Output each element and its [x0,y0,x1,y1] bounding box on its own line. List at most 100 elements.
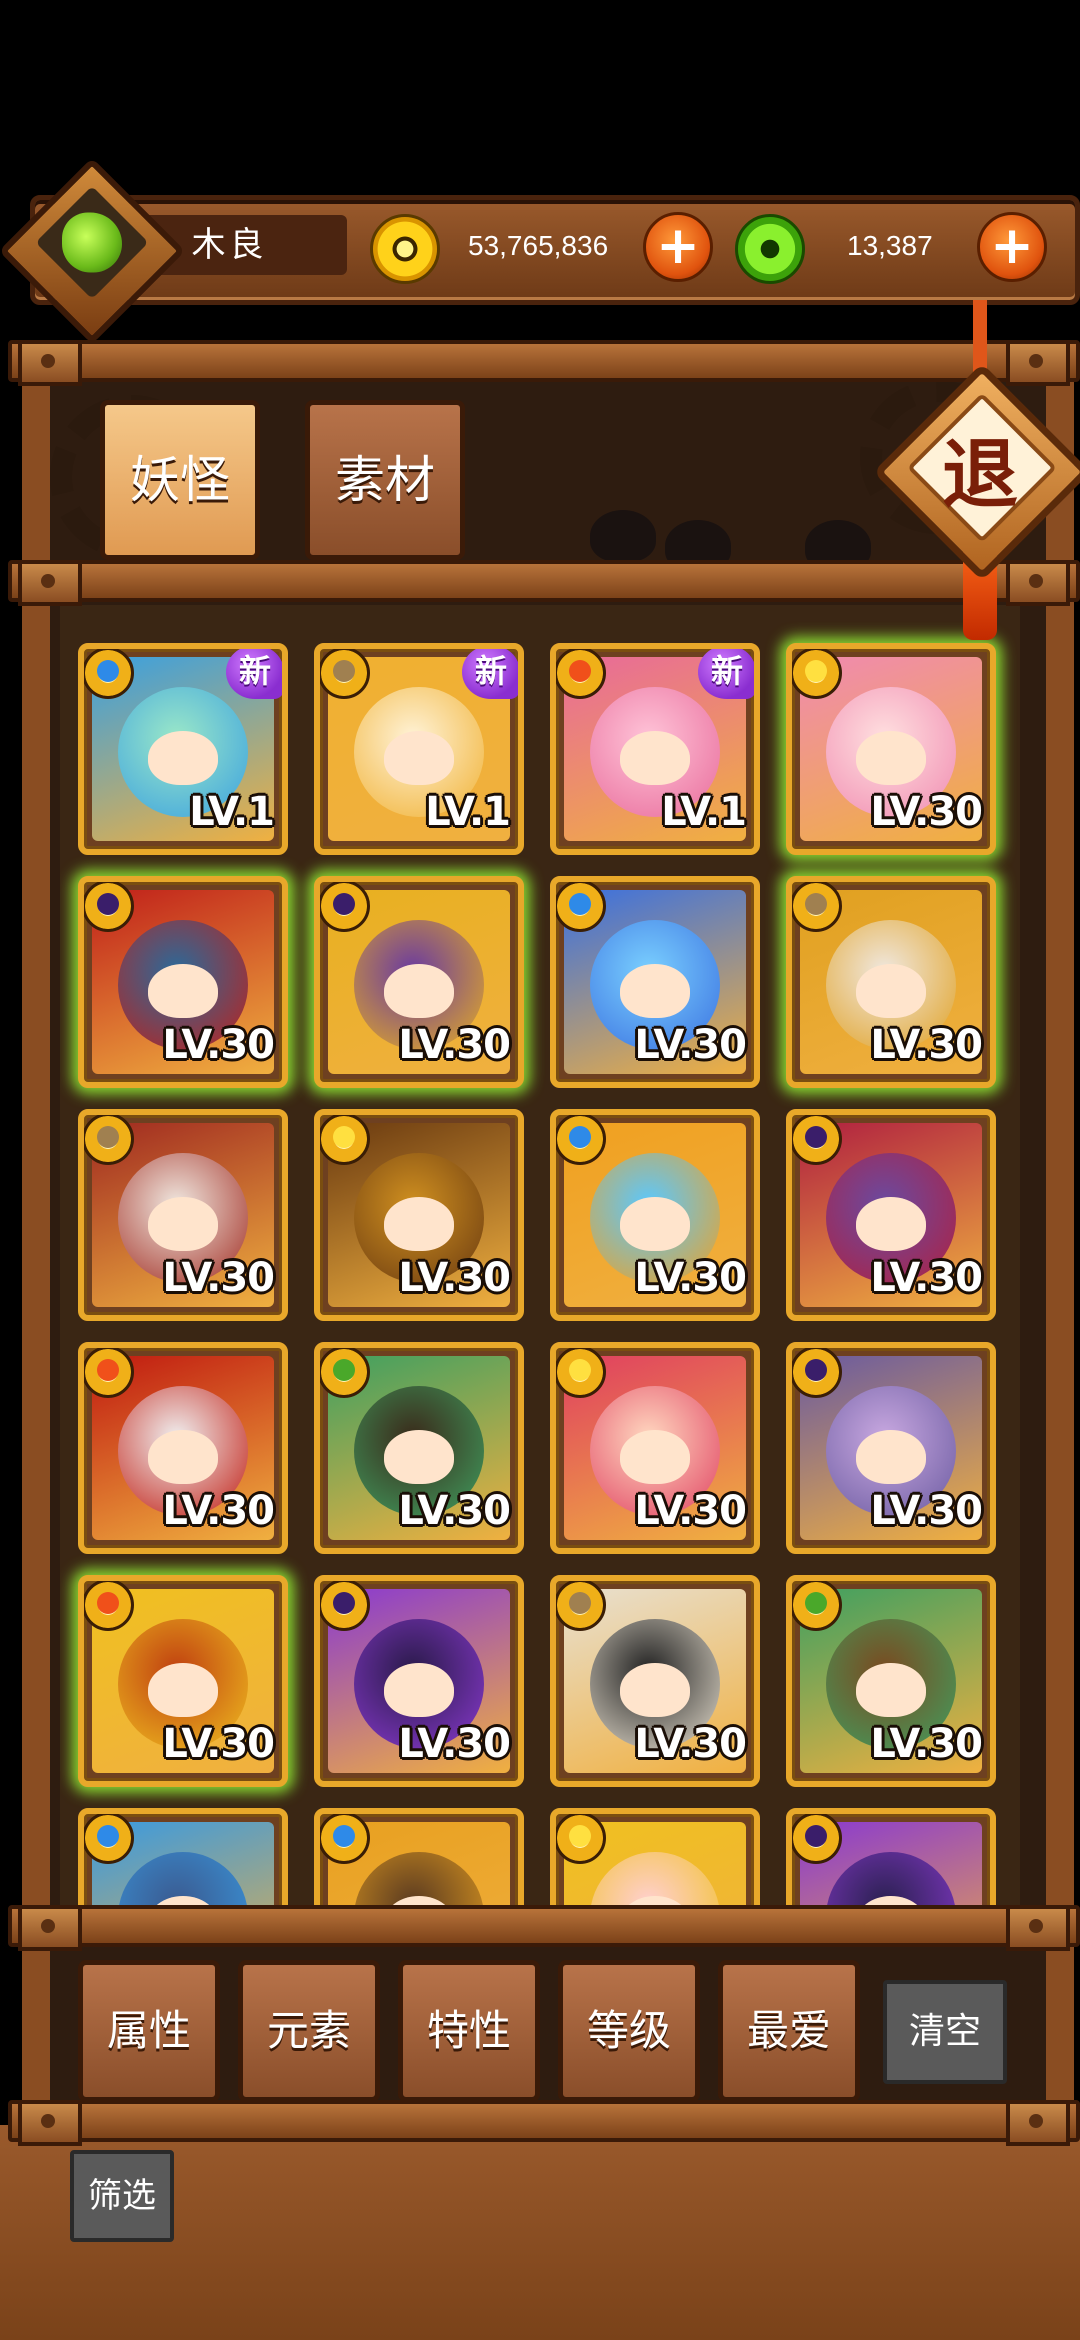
gold-coin-icon [370,214,440,284]
monster-card[interactable]: LV.30 [550,1342,760,1554]
monster-face [148,731,218,785]
wood-element-icon [320,1348,370,1398]
fire-element-icon [84,1348,134,1398]
water-element-icon [556,882,606,932]
monster-level: LV.1 [661,789,747,835]
monster-level: LV.30 [870,1488,983,1534]
add-jade-button[interactable]: + [977,212,1047,282]
earth-element-icon [792,882,842,932]
monster-card[interactable] [314,1808,524,1905]
monster-level: LV.30 [162,1022,275,1068]
monster-card[interactable]: 新 LV.1 [78,643,288,855]
monster-face [384,1197,454,1251]
monster-card[interactable] [78,1808,288,1905]
add-gold-button[interactable]: + [643,212,713,282]
earth-element-icon [84,1115,134,1165]
monster-card[interactable] [786,1808,996,1905]
monster-card[interactable]: LV.30 [786,1342,996,1554]
monster-card[interactable]: LV.30 [786,1109,996,1321]
monster-level: LV.30 [398,1721,511,1767]
monster-level: LV.30 [870,1721,983,1767]
monster-card[interactable]: 新 LV.1 [314,643,524,855]
new-badge: 新 [226,649,282,699]
bolt-icon [1006,1905,1070,1951]
new-badge: 新 [698,649,754,699]
tab-materials[interactable]: 素材 [305,400,465,560]
monster-card[interactable]: LV.30 [78,876,288,1088]
earth-element-icon [320,649,370,699]
new-badge: 新 [462,649,518,699]
shadow-critter-icon [590,510,656,562]
earth-element-icon [556,1581,606,1631]
dark-element-icon [320,1581,370,1631]
gold-amount: 53,765,836 [468,230,609,261]
monster-card[interactable]: LV.30 [314,1109,524,1321]
monster-card[interactable]: LV.30 [78,1109,288,1321]
bolt-icon [18,1905,82,1951]
monster-card[interactable]: LV.30 [550,876,760,1088]
avatar-portrait [35,185,149,300]
monster-face [856,1663,926,1717]
monster-card[interactable]: LV.30 [550,1575,760,1787]
monster-face [620,731,690,785]
monster-face [856,731,926,785]
dark-element-icon [792,1348,842,1398]
screen-filter-button[interactable]: 筛选 [70,2150,174,2242]
monster-face [384,964,454,1018]
fire-element-icon [556,649,606,699]
monster-face [384,1430,454,1484]
wood-element-icon [792,1581,842,1631]
monster-card[interactable]: 新 LV.1 [550,643,760,855]
bolt-icon [1006,2100,1070,2146]
board-base-beam [8,2100,1080,2146]
monster-face [856,1430,926,1484]
filter-attribute-button[interactable]: 属性 [78,1960,220,2102]
bolt-icon [18,560,82,606]
monster-level: LV.30 [634,1022,747,1068]
light-element-icon [556,1814,606,1864]
monster-card[interactable]: LV.30 [550,1109,760,1321]
monster-level: LV.30 [634,1721,747,1767]
dark-element-icon [84,882,134,932]
player-avatar[interactable] [0,157,186,345]
monster-level: LV.30 [162,1721,275,1767]
bolt-icon [18,340,82,386]
monster-card[interactable]: LV.30 [786,1575,996,1787]
light-element-icon [792,649,842,699]
monster-level: LV.1 [425,789,511,835]
avatar-creature-icon [62,212,122,273]
filter-favorite-button[interactable]: 最爱 [718,1960,860,2102]
monster-card[interactable]: LV.30 [314,876,524,1088]
monster-face [148,964,218,1018]
monster-card[interactable]: LV.30 [314,1575,524,1787]
clear-filters-button[interactable]: 清空 [883,1980,1007,2084]
monster-card[interactable]: LV.30 [786,643,996,855]
bolt-icon [1006,340,1070,386]
board-top-beam [8,340,1080,386]
board-tab-beam [8,560,1080,606]
filter-trait-button[interactable]: 特性 [398,1960,540,2102]
filter-level-button[interactable]: 等级 [558,1960,700,2102]
monster-card[interactable] [550,1808,760,1905]
monster-level: LV.30 [634,1488,747,1534]
jade-coin-icon [735,214,805,284]
dark-element-icon [320,882,370,932]
monster-face [148,1197,218,1251]
monster-card[interactable]: LV.30 [78,1575,288,1787]
monster-face [148,1430,218,1484]
monster-level: LV.30 [398,1255,511,1301]
tab-monsters[interactable]: 妖怪 [100,400,260,560]
exit-button-label[interactable]: 退 [910,410,1050,540]
monster-level: LV.30 [162,1255,275,1301]
monster-level: LV.30 [870,789,983,835]
filter-element-button[interactable]: 元素 [238,1960,380,2102]
monster-card[interactable]: LV.30 [78,1342,288,1554]
monster-level: LV.30 [634,1255,747,1301]
monster-face [620,1430,690,1484]
monster-level: LV.30 [398,1022,511,1068]
water-element-icon [556,1115,606,1165]
bolt-icon [1006,560,1070,606]
monster-card[interactable]: LV.30 [786,876,996,1088]
light-element-icon [320,1115,370,1165]
monster-card[interactable]: LV.30 [314,1342,524,1554]
